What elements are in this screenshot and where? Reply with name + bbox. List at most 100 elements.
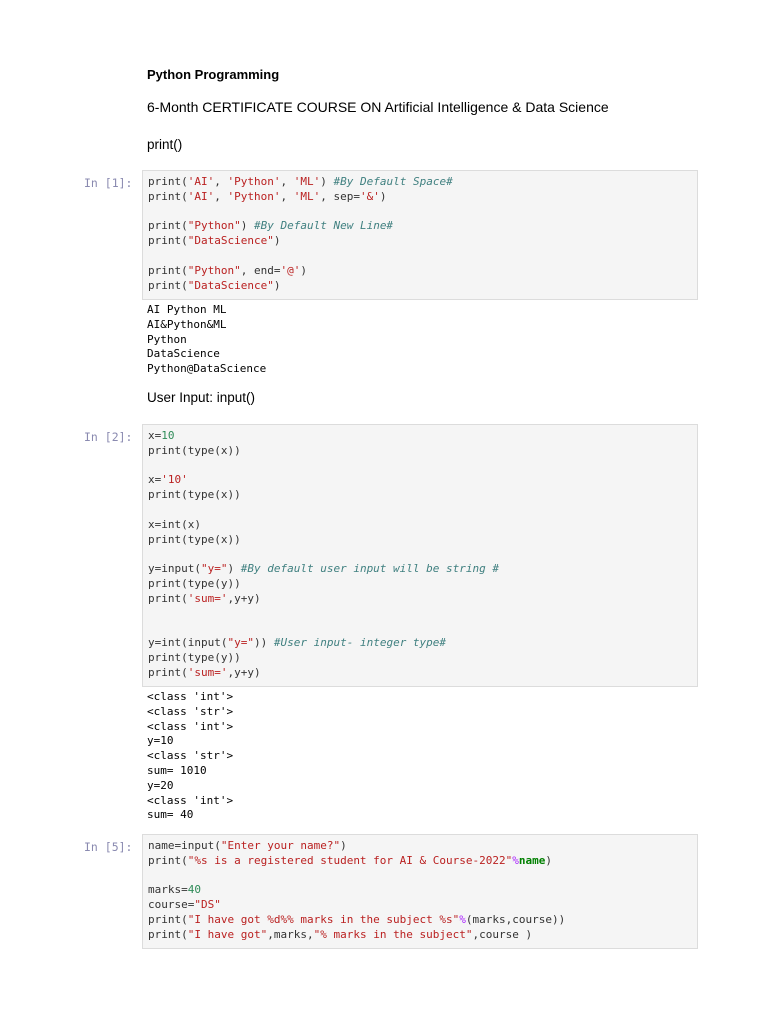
cell-prompt-2: In [2]: [84, 430, 133, 444]
code-editor-2[interactable]: x=10 print(type(x)) x='10' print(type(x)) x=… [148, 429, 692, 681]
code-token: % [512, 853, 519, 867]
print-heading: print() [147, 137, 183, 152]
code-token: name [518, 853, 546, 867]
code-line: y=int(input("y=")) #User input- integer … [148, 636, 692, 651]
code-token: course= [148, 898, 195, 912]
code-token: "% marks in the subject" [313, 927, 473, 941]
code-token: print( [148, 278, 188, 292]
code-token: , [280, 175, 294, 188]
code-token: print( [148, 234, 188, 248]
code-token: y=input( [148, 562, 201, 576]
code-token: ,y+y) [227, 591, 261, 605]
output-line: <class 'int'> [147, 719, 234, 733]
code-line: print("Python", end='@') [148, 264, 692, 279]
code-token: print( [148, 665, 188, 679]
output-line: y=20 [147, 778, 174, 792]
code-token: 'sum=' [187, 665, 228, 679]
code-line: x='10' [148, 473, 692, 488]
output-line: <class 'int'> [147, 793, 234, 807]
code-token: '10' [161, 473, 188, 487]
code-token: , end= [240, 263, 281, 277]
code-token: 'AI' [187, 189, 215, 203]
code-token: ,marks, [267, 927, 314, 941]
code-line: y=input("y=") #By default user input wil… [148, 562, 692, 577]
code-token: print(type(x)) [148, 488, 241, 502]
code-cell-1[interactable]: print('AI', 'Python', 'ML') #By Default … [142, 170, 698, 300]
code-token: ) [227, 562, 241, 576]
code-line: marks=40 [148, 883, 692, 898]
code-line: print("I have got %d%% marks in the subj… [148, 913, 692, 928]
code-editor-3[interactable]: name=input("Enter your name?") print( "%s … [148, 839, 692, 943]
code-token: 'AI' [187, 175, 215, 188]
code-token: ) [379, 189, 387, 203]
output-cell-2: <class 'int'> <class 'str'> <class 'int'> y… [147, 690, 233, 823]
code-cell-2[interactable]: x=10 print(type(x)) x='10' print(type(x)) x=… [142, 424, 698, 687]
code-token: '&' [359, 189, 380, 203]
output-cell-1: AI Python ML AI&Python&ML Python DataScienc… [147, 303, 266, 377]
code-token: print(type(x)) [148, 532, 241, 546]
code-token: 'sum=' [187, 591, 228, 605]
code-token: "DS" [194, 898, 221, 912]
code-token: ,y+y) [227, 665, 261, 679]
output-line: <class 'str'> [147, 749, 234, 763]
code-line: print("Python") #By Default New Line# [148, 219, 692, 234]
code-line: print("DataScience") [148, 234, 692, 249]
output-line: y=10 [147, 734, 174, 748]
code-token: ) [273, 234, 281, 248]
code-token: print( [148, 189, 188, 203]
code-line: name=input("Enter your name?") [148, 839, 692, 854]
code-line: print("DataScience") [148, 279, 692, 294]
code-cell-3[interactable]: name=input("Enter your name?") print( "%s … [142, 834, 698, 949]
code-line: print("I have got",marks,"% marks in the… [148, 928, 692, 943]
code-token: "DataScience" [187, 278, 274, 292]
code-line: print(type(x)) [148, 488, 692, 503]
code-token: ) [273, 278, 281, 292]
code-token: #By Default Space# [333, 175, 453, 188]
input-heading: User Input: input() [147, 390, 256, 405]
code-token: x= [148, 429, 162, 442]
code-token: "I have got" [187, 927, 268, 941]
code-line: print('AI', 'Python', 'ML', sep='&') [148, 190, 692, 205]
code-token: (marks,course)) [465, 912, 566, 926]
code-token: '@' [280, 263, 301, 277]
code-line: x=10 [148, 429, 692, 444]
code-token: print( [148, 912, 188, 926]
code-token: y=int(input( [148, 636, 228, 650]
code-token: print( [148, 927, 188, 941]
code-token: print(type(y)) [148, 650, 241, 664]
code-token: "Enter your name?" [220, 839, 341, 852]
code-line: print('sum=',y+y) [148, 592, 692, 607]
code-token: print( [148, 591, 188, 605]
code-token: print(type(y)) [148, 576, 241, 590]
cell-prompt-3: In [5]: [84, 840, 133, 854]
code-token: marks= [148, 883, 188, 897]
notebook-title: Python Programming [147, 67, 280, 82]
output-line: <class 'str'> [147, 704, 234, 718]
code-token: x= [148, 473, 162, 487]
code-token: 40 [187, 883, 201, 897]
code-token: , [214, 175, 228, 188]
code-token: 'Python' [227, 175, 281, 188]
code-token: print( [148, 219, 188, 233]
code-editor-1[interactable]: print('AI', 'Python', 'ML') #By Default … [148, 175, 692, 293]
code-token: ) [340, 839, 347, 852]
code-token: ) [545, 853, 553, 867]
code-line: course="DS" [148, 898, 692, 913]
code-token: "Python" [187, 219, 241, 233]
code-token: ) [320, 175, 334, 188]
code-line: print(type(y)) [148, 651, 692, 666]
code-token: ) [300, 263, 307, 277]
code-token: 'ML' [293, 189, 321, 203]
output-line: sum= 1010 [147, 763, 207, 777]
code-token: "%s is a registered student for AI & Cou… [187, 853, 513, 867]
code-token: 10 [161, 429, 175, 442]
code-token: #User input- integer type# [273, 636, 447, 650]
code-token: , [214, 189, 228, 203]
code-token: , sep= [320, 189, 360, 203]
code-line: print('AI', 'Python', 'ML') #By Default … [148, 175, 692, 190]
